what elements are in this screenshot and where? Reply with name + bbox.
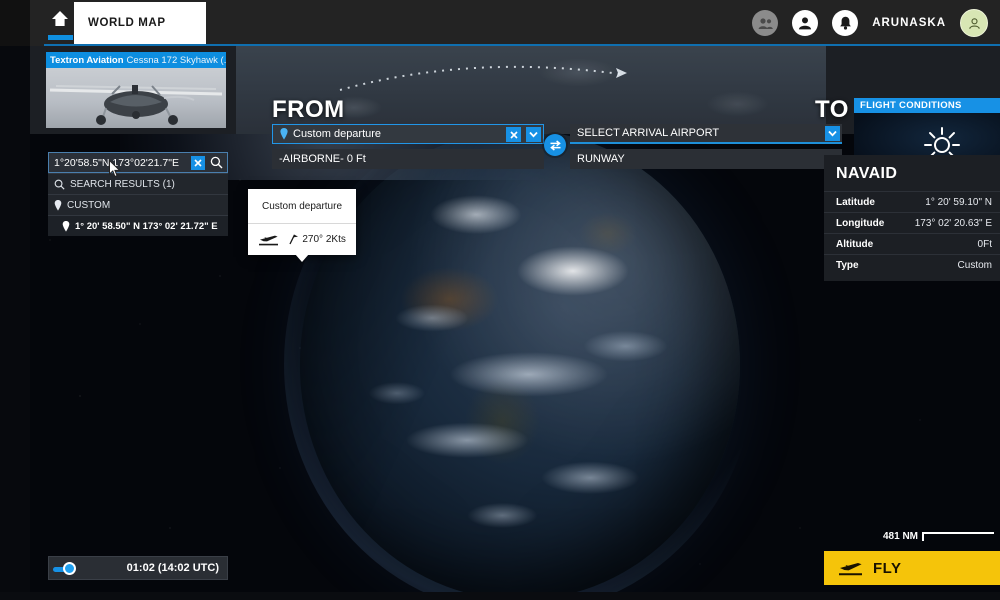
aircraft-brand: Textron Aviation — [50, 54, 124, 66]
arrival-field[interactable]: SELECT ARRIVAL AIRPORT — [570, 124, 842, 144]
fly-button-label: FLY — [873, 559, 902, 577]
search-submit-button[interactable] — [210, 156, 223, 172]
from-label: FROM — [272, 96, 345, 123]
earth-globe[interactable] — [300, 130, 740, 600]
search-group-label: CUSTOM — [67, 199, 111, 211]
departure-dropdown-button[interactable] — [526, 127, 541, 142]
table-row: Latitude 1° 20' 59.10" N — [824, 191, 1000, 212]
map-scale-bar — [922, 532, 994, 541]
aircraft-thumbnail — [46, 68, 226, 128]
map-pin-icon — [62, 220, 70, 232]
time-slider-handle[interactable] — [63, 562, 76, 575]
world-map-screen: WORLD MAP ARUNASKA Textron Aviation Cess… — [0, 0, 1000, 600]
navaid-value: Custom — [957, 259, 992, 271]
takeoff-icon — [259, 235, 279, 246]
topbar-actions: ARUNASKA — [752, 0, 994, 46]
home-button[interactable] — [46, 10, 74, 40]
departure-clear-button[interactable] — [506, 127, 521, 142]
search-results-header: SEARCH RESULTS (1) — [48, 173, 228, 194]
friends-icon — [758, 17, 773, 29]
bottom-edge-bezel — [0, 592, 1000, 600]
tab-world-map[interactable]: WORLD MAP — [74, 2, 206, 44]
map-pin-icon — [54, 199, 62, 211]
departure-tooltip: Custom departure 270° 2Kts — [248, 189, 356, 262]
avatar[interactable] — [960, 9, 988, 37]
navaid-key: Latitude — [836, 196, 875, 208]
tooltip-pointer — [295, 254, 309, 262]
home-active-indicator — [48, 35, 73, 40]
flight-planner-bar: Textron Aviation Cessna 172 Skyhawk (... — [30, 46, 1000, 176]
arrival-value: SELECT ARRIVAL AIRPORT — [577, 127, 720, 139]
search-input[interactable]: 1°20'58.5"N 173°02'21.7"E — [48, 152, 228, 173]
arrival-dropdown-button[interactable] — [825, 126, 840, 141]
aircraft-card[interactable]: Textron Aviation Cessna 172 Skyhawk (... — [46, 52, 226, 128]
search-clear-button[interactable] — [191, 156, 205, 170]
departure-position-value: -AIRBORNE- 0 Ft — [279, 153, 366, 165]
top-navigation-bar: WORLD MAP ARUNASKA — [0, 0, 1000, 46]
to-label: TO — [815, 96, 849, 123]
fly-button[interactable]: FLY — [824, 551, 1000, 585]
username-label: ARUNASKA — [872, 17, 946, 29]
runway-value: RUNWAY — [577, 153, 625, 165]
friends-button[interactable] — [752, 10, 779, 36]
swap-route-button[interactable] — [544, 134, 566, 156]
navaid-value: 173° 02' 20.63" E — [914, 217, 992, 229]
profile-icon — [799, 17, 812, 30]
flight-conditions-title: FLIGHT CONDITIONS — [854, 98, 1000, 113]
departure-field[interactable]: Custom departure — [272, 124, 544, 144]
profile-button[interactable] — [792, 10, 819, 36]
avatar-icon — [968, 17, 980, 29]
bell-icon — [839, 16, 851, 30]
departure-value: Custom departure — [293, 128, 382, 140]
tooltip-wind-value: 270° 2Kts — [302, 234, 346, 245]
notifications-button[interactable] — [832, 10, 859, 36]
time-of-day-slider[interactable]: 01:02 (14:02 UTC) — [48, 556, 228, 580]
wind-flag-icon — [289, 234, 299, 245]
navaid-key: Altitude — [836, 238, 874, 250]
tooltip-wind: 270° 2Kts — [288, 234, 346, 245]
navaid-value: 0Ft — [977, 238, 992, 250]
navaid-title: NAVAID — [836, 165, 898, 182]
swap-arrows-icon — [549, 139, 561, 151]
chevron-down-icon — [828, 130, 837, 137]
navaid-panel: NAVAID Latitude 1° 20' 59.10" N Longitud… — [824, 155, 1000, 281]
tab-world-map-label: WORLD MAP — [88, 17, 166, 29]
search-panel: 1°20'58.5"N 173°02'21.7"E SEARCH RESULTS… — [48, 152, 228, 236]
table-row: Longitude 173° 02' 20.63" E — [824, 212, 1000, 233]
table-row: Altitude 0Ft — [824, 233, 1000, 254]
takeoff-icon — [839, 563, 862, 576]
map-scale-label: 481 NM — [882, 531, 918, 542]
close-icon — [509, 130, 518, 139]
search-result-item[interactable]: 1° 20' 58.50" N 173° 02' 21.72" E — [48, 215, 228, 236]
aircraft-card-header: Textron Aviation Cessna 172 Skyhawk (... — [46, 52, 226, 68]
left-edge-bezel — [0, 46, 30, 592]
search-result-value: 1° 20' 58.50" N 173° 02' 21.72" E — [75, 220, 218, 232]
search-icon — [54, 179, 65, 190]
route-preview-icon — [339, 65, 627, 91]
search-results-count: SEARCH RESULTS (1) — [70, 178, 175, 190]
chevron-down-icon — [529, 131, 538, 138]
map-scale: 481 NM — [883, 531, 994, 542]
navaid-value: 1° 20' 59.10" N — [925, 196, 992, 208]
departure-position-field[interactable]: -AIRBORNE- 0 Ft — [272, 149, 544, 169]
map-pin-icon — [280, 128, 288, 140]
runway-field[interactable]: RUNWAY — [570, 149, 842, 169]
navaid-key: Longitude — [836, 217, 885, 229]
tooltip-body: 270° 2Kts — [248, 223, 356, 255]
search-query: 1°20'58.5"N 173°02'21.7"E — [54, 156, 179, 169]
search-icon — [210, 156, 223, 169]
tooltip-title: Custom departure — [261, 200, 343, 212]
search-group-custom[interactable]: CUSTOM — [48, 194, 228, 215]
topbar-left-edge — [0, 0, 30, 46]
table-row: Type Custom — [824, 254, 1000, 275]
aircraft-model: Cessna 172 Skyhawk (... — [126, 54, 226, 66]
time-value: 01:02 (14:02 UTC) — [126, 562, 219, 574]
home-icon — [52, 11, 68, 26]
close-icon — [194, 159, 202, 167]
navaid-key: Type — [836, 259, 859, 271]
